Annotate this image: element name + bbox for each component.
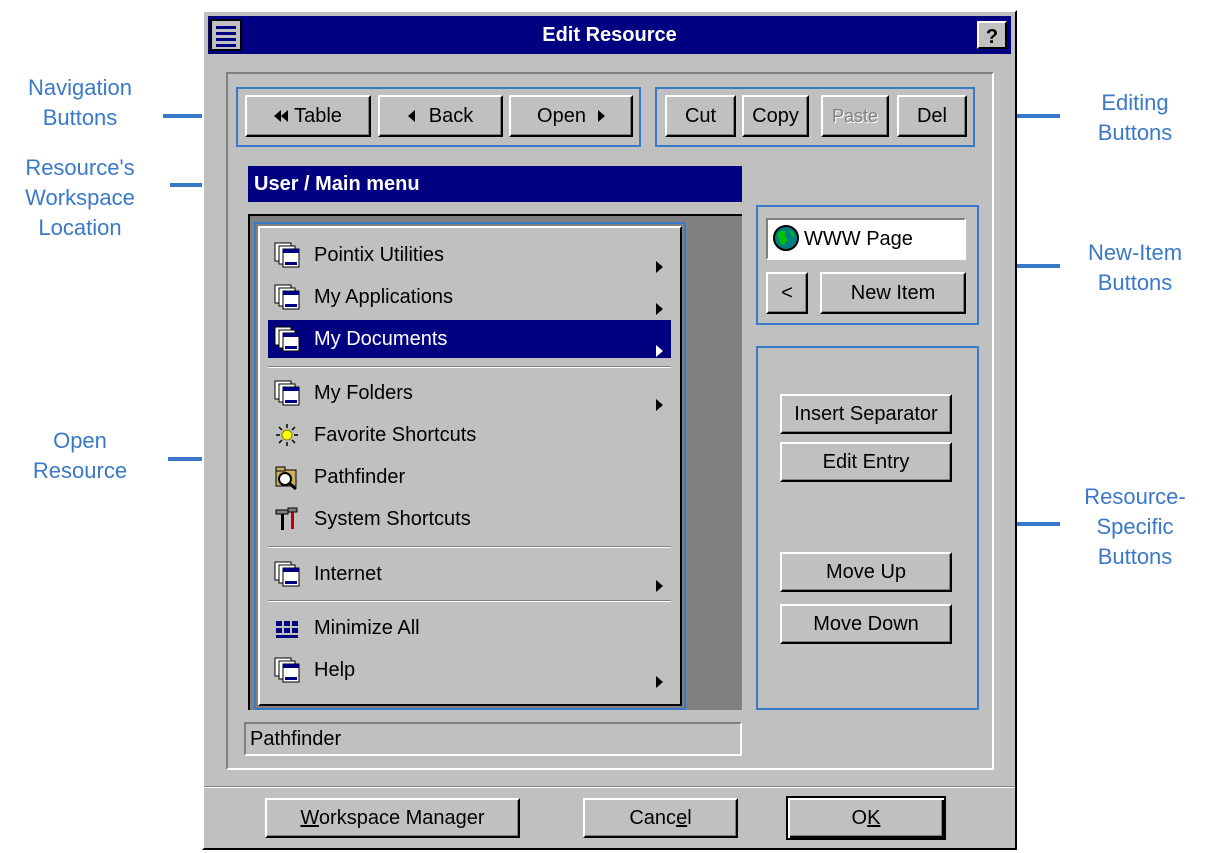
previous-type-label: < bbox=[781, 281, 793, 304]
workspace-manager-label: Workspace Manager bbox=[300, 806, 485, 829]
cut-label: Cut bbox=[684, 104, 717, 127]
tools-icon bbox=[275, 507, 298, 530]
title-bar: Edit Resource ? bbox=[208, 16, 1011, 54]
menu-item-label: My Folders bbox=[314, 382, 413, 404]
move-up-label: Move Up bbox=[825, 560, 907, 583]
annotation-resource-specific-buttons: Resource- Specific Buttons bbox=[1060, 482, 1210, 572]
table-button-label: Table bbox=[294, 104, 342, 127]
sun-icon bbox=[276, 424, 298, 446]
annotation-line: Buttons bbox=[1097, 270, 1173, 295]
menu-item[interactable]: Internet bbox=[268, 555, 671, 593]
annotation-line: Buttons bbox=[1097, 120, 1173, 145]
menu-item[interactable]: Help bbox=[268, 651, 671, 689]
back-button-label: Back bbox=[428, 104, 474, 127]
menu-item-label: My Applications bbox=[314, 286, 453, 308]
annotation-open-resource: Open Resource bbox=[0, 426, 160, 486]
footer-divider bbox=[204, 786, 1015, 788]
window-stack-icon bbox=[274, 326, 300, 352]
annotation-location: Resource's Workspace Location bbox=[0, 153, 160, 243]
annotation-line: Location bbox=[38, 215, 122, 240]
menu-item-label: My Documents bbox=[314, 328, 448, 350]
annotation-line: New-Item bbox=[1087, 240, 1183, 265]
window-title: Edit Resource bbox=[542, 24, 677, 46]
window-stack-icon bbox=[274, 284, 300, 310]
new-item-label: New Item bbox=[850, 281, 936, 304]
pathfinder-icon bbox=[275, 466, 297, 490]
table-button[interactable]: Table bbox=[245, 95, 371, 137]
status-field: Pathfinder bbox=[244, 722, 742, 756]
back-button[interactable]: Back bbox=[378, 95, 503, 137]
open-button[interactable]: Open bbox=[509, 95, 633, 137]
menu-item-label: Help bbox=[314, 659, 356, 681]
annotation-line: Open bbox=[53, 428, 107, 453]
workspace-location-bar: User / Main menu bbox=[248, 166, 742, 202]
cancel-button[interactable]: Cancel bbox=[583, 798, 738, 838]
annotation-line: Navigation bbox=[28, 75, 132, 100]
menu-item-label: Minimize All bbox=[314, 617, 420, 639]
new-item-button[interactable]: New Item bbox=[820, 272, 966, 314]
menu-item-selected[interactable]: My Documents bbox=[268, 320, 671, 358]
menu-item-label: Favorite Shortcuts bbox=[314, 424, 477, 446]
insert-separator-button[interactable]: Insert Separator bbox=[780, 394, 952, 434]
item-type-field[interactable]: WWW Page bbox=[766, 218, 966, 260]
globe-icon bbox=[773, 225, 799, 251]
menu-item-label: Internet bbox=[314, 563, 382, 585]
move-down-label: Move Down bbox=[813, 612, 919, 635]
ok-label: OK bbox=[851, 806, 881, 829]
annotation-new-item-buttons: New-Item Buttons bbox=[1060, 238, 1210, 298]
window-stack-icon bbox=[274, 242, 300, 268]
paste-label: Paste bbox=[831, 105, 879, 126]
annotation-line: Buttons bbox=[42, 105, 118, 130]
menu-item-label: Pointix Utilities bbox=[314, 244, 445, 266]
left-arrow-icon bbox=[407, 110, 415, 122]
minimize-all-icon bbox=[276, 621, 298, 638]
item-type-label: WWW Page bbox=[804, 228, 913, 250]
double-left-arrow-icon bbox=[274, 110, 289, 122]
menu-separator bbox=[268, 546, 671, 548]
move-down-button[interactable]: Move Down bbox=[780, 604, 952, 644]
edit-entry-button[interactable]: Edit Entry bbox=[780, 442, 952, 482]
paste-button[interactable]: Paste bbox=[821, 95, 889, 137]
menu-separator bbox=[268, 366, 671, 368]
annotation-line: Specific bbox=[1096, 514, 1174, 539]
submenu-arrow-icon bbox=[656, 332, 663, 370]
insert-separator-label: Insert Separator bbox=[794, 402, 938, 425]
copy-label: Copy bbox=[752, 104, 799, 127]
window-stack-icon bbox=[274, 657, 300, 683]
annotation-line: Resource bbox=[32, 458, 128, 483]
menu-item[interactable]: Pointix Utilities bbox=[268, 236, 671, 274]
menu-item-label: Pathfinder bbox=[314, 466, 406, 488]
annotation-line: Editing bbox=[1101, 90, 1169, 115]
menu-item[interactable]: Pathfinder bbox=[268, 458, 671, 496]
menu-item[interactable]: My Folders bbox=[268, 374, 671, 412]
window-stack-icon bbox=[274, 380, 300, 406]
cancel-label: Cancel bbox=[629, 806, 692, 829]
menu-item[interactable]: System Shortcuts bbox=[268, 500, 671, 538]
window-stack-icon bbox=[274, 561, 300, 587]
menu-item-label: System Shortcuts bbox=[314, 508, 471, 530]
del-button[interactable]: Del bbox=[897, 95, 967, 137]
annotation-editing-buttons: Editing Buttons bbox=[1060, 88, 1210, 148]
workspace-manager-button[interactable]: Workspace Manager bbox=[265, 798, 520, 838]
annotation-line: Buttons bbox=[1097, 544, 1173, 569]
annotation-navigation-buttons: Navigation Buttons bbox=[0, 73, 160, 133]
annotation-line: Resource's bbox=[25, 155, 135, 180]
right-arrow-icon bbox=[597, 110, 605, 122]
menu-item[interactable]: Minimize All bbox=[268, 609, 671, 647]
cut-button[interactable]: Cut bbox=[665, 95, 736, 137]
del-label: Del bbox=[916, 104, 947, 127]
annotation-line: Resource- bbox=[1084, 484, 1186, 509]
move-up-button[interactable]: Move Up bbox=[780, 552, 952, 592]
annotation-line: Workspace bbox=[25, 185, 135, 210]
ok-button[interactable]: OK bbox=[786, 796, 946, 840]
previous-type-button[interactable]: < bbox=[766, 272, 808, 314]
menu-item[interactable]: My Applications bbox=[268, 278, 671, 316]
open-button-label: Open bbox=[537, 104, 586, 127]
copy-button[interactable]: Copy bbox=[742, 95, 809, 137]
submenu-arrow-icon bbox=[656, 663, 663, 701]
menu-separator bbox=[268, 600, 671, 602]
edit-entry-label: Edit Entry bbox=[822, 450, 910, 473]
help-button[interactable]: ? bbox=[977, 21, 1007, 49]
menu-item[interactable]: Favorite Shortcuts bbox=[268, 416, 671, 454]
